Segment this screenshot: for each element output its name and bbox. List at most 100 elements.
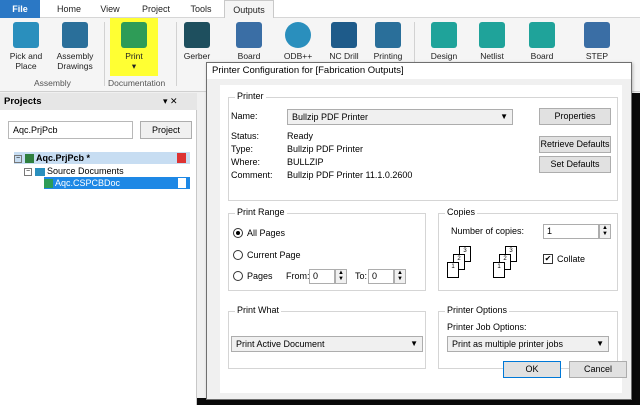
netlist-icon [479, 22, 505, 48]
copies-group-label: Copies [445, 207, 478, 217]
print-what-group: Print What Print Active Document ▼ [228, 305, 426, 369]
from-spin-buttons[interactable]: ▲ ▼ [335, 269, 347, 284]
print-range-group: Print Range All Pages Current Page Pages… [228, 207, 426, 291]
panel-pin-close-icons[interactable]: ▾ ✕ [163, 93, 178, 110]
projects-panel-title: Projects [4, 96, 42, 107]
ribbon-separator [176, 22, 177, 86]
all-pages-radio[interactable] [233, 228, 243, 238]
ribbon-tab-bar: File Home View Project Tools Outputs [0, 0, 640, 19]
pcb-project-icon [24, 154, 34, 164]
print-what-group-label: Print What [235, 305, 282, 315]
copies-spinner[interactable]: 1 [543, 224, 599, 239]
printer-job-options-select[interactable]: Print as multiple printer jobs ▼ [447, 336, 609, 352]
tree-item-source-documents[interactable]: − Source Documents [24, 165, 124, 177]
pages-radio[interactable] [233, 271, 243, 281]
nc-drill-icon [331, 22, 357, 48]
pages-label: Pages [247, 271, 273, 281]
project-button[interactable]: Project [140, 121, 192, 139]
properties-button[interactable]: Properties [539, 108, 611, 125]
where-label: Where: [231, 157, 261, 167]
tab-file[interactable]: File [0, 0, 40, 18]
printer-job-options-label: Printer Job Options: [447, 322, 527, 332]
current-page-radio[interactable] [233, 250, 243, 260]
ok-button[interactable]: OK [503, 361, 561, 378]
chevron-down-icon: ▼ [596, 339, 604, 348]
collate-page-icon: 1 [493, 262, 505, 278]
retrieve-defaults-button[interactable]: Retrieve Defaults [539, 136, 611, 153]
to-spinner[interactable]: 0 [368, 269, 394, 284]
tab-tools[interactable]: Tools [182, 0, 220, 18]
printer-group: Printer Name: Bullzip PDF Printer ▼ Prop… [228, 91, 618, 201]
copies-group: Copies Number of copies: 1 ▲ ▼ 3 2 1 3 2 … [438, 207, 618, 291]
document-icon [178, 178, 186, 188]
tab-project[interactable]: Project [134, 0, 178, 18]
where-value: BULLZIP [287, 157, 324, 167]
printer-options-group-label: Printer Options [445, 305, 510, 315]
status-label: Status: [231, 131, 260, 141]
tree-item-pcb-document[interactable]: Aqc.CSPCBDoc [44, 177, 190, 189]
tab-outputs[interactable]: Outputs [224, 0, 274, 19]
assembly-drawings-button[interactable]: Assembly Drawings [52, 22, 98, 71]
printing-icon [375, 22, 401, 48]
from-label: From: [286, 271, 310, 281]
collapse-icon[interactable]: − [24, 167, 32, 176]
dialog-title: Printer Configuration for [Fabrication O… [207, 63, 631, 79]
print-range-group-label: Print Range [235, 207, 287, 217]
number-of-copies-label: Number of copies: [451, 226, 525, 236]
pcb-document-icon [44, 179, 53, 189]
collapse-icon[interactable]: − [14, 154, 22, 163]
cancel-button[interactable]: Cancel [569, 361, 627, 378]
project-search-input[interactable]: Aqc.PrjPcb [8, 121, 133, 139]
projects-panel-header: Projects ▾ ✕ [0, 93, 197, 110]
set-defaults-button[interactable]: Set Defaults [539, 156, 611, 173]
tab-view[interactable]: View [92, 0, 128, 18]
print-what-select[interactable]: Print Active Document ▼ [231, 336, 423, 352]
collate-page-icon: 1 [447, 262, 459, 278]
board-button[interactable]: Board [522, 22, 562, 61]
tree-item-project[interactable]: − Aqc.PrjPcb * [14, 152, 190, 164]
group-label-assembly: Assembly [34, 78, 71, 88]
nc-drill-button[interactable]: NC Drill [324, 22, 364, 61]
design-button[interactable]: Design [424, 22, 464, 61]
pick-and-place-icon [13, 22, 39, 48]
printer-name-select[interactable]: Bullzip PDF Printer ▼ [287, 109, 513, 125]
printer-group-label: Printer [235, 91, 266, 101]
collate-checkbox[interactable]: ✔ [543, 254, 553, 264]
to-spin-buttons[interactable]: ▲ ▼ [394, 269, 406, 284]
pick-and-place-button[interactable]: Pick and Place [6, 22, 46, 71]
projects-panel: Projects ▾ ✕ Aqc.PrjPcb Project − Aqc.Pr… [0, 93, 197, 405]
design-icon [431, 22, 457, 48]
group-label-documentation: Documentation [108, 78, 166, 88]
step-icon [584, 22, 610, 48]
odb-button[interactable]: ODB++ [280, 22, 316, 61]
type-value: Bullzip PDF Printer [287, 144, 364, 154]
current-page-label: Current Page [247, 250, 301, 260]
gerber-icon [184, 22, 210, 48]
print-button[interactable]: Print ▾ [110, 18, 158, 76]
to-label: To: [355, 271, 368, 281]
copies-spin-buttons[interactable]: ▲ ▼ [599, 224, 611, 239]
pcb-canvas-edge [632, 93, 640, 405]
printer-icon [121, 22, 147, 48]
ribbon-separator [104, 22, 105, 86]
status-value: Ready [287, 131, 314, 141]
type-label: Type: [231, 144, 254, 154]
gerber-button[interactable]: Gerber [182, 22, 212, 61]
printer-name-label: Name: [231, 111, 258, 121]
folder-icon [34, 167, 45, 176]
printer-configuration-dialog: Printer Configuration for [Fabrication O… [206, 62, 632, 400]
comment-value: Bullzip PDF Printer 11.1.0.2600 [287, 170, 413, 180]
collate-label: Collate [557, 254, 586, 264]
step-button[interactable]: STEP [580, 22, 614, 61]
from-spinner[interactable]: 0 [309, 269, 335, 284]
netlist-button[interactable]: Netlist [472, 22, 512, 61]
chevron-down-icon: ▼ [500, 112, 508, 121]
comment-label: Comment: [231, 170, 273, 180]
odb-icon [285, 22, 311, 48]
tab-home[interactable]: Home [50, 0, 88, 18]
board-icon [529, 22, 555, 48]
all-pages-label: All Pages [247, 228, 286, 238]
board-stack-icon [236, 22, 262, 48]
printing-button[interactable]: Printing [368, 22, 408, 61]
chevron-down-icon: ▼ [410, 339, 418, 348]
